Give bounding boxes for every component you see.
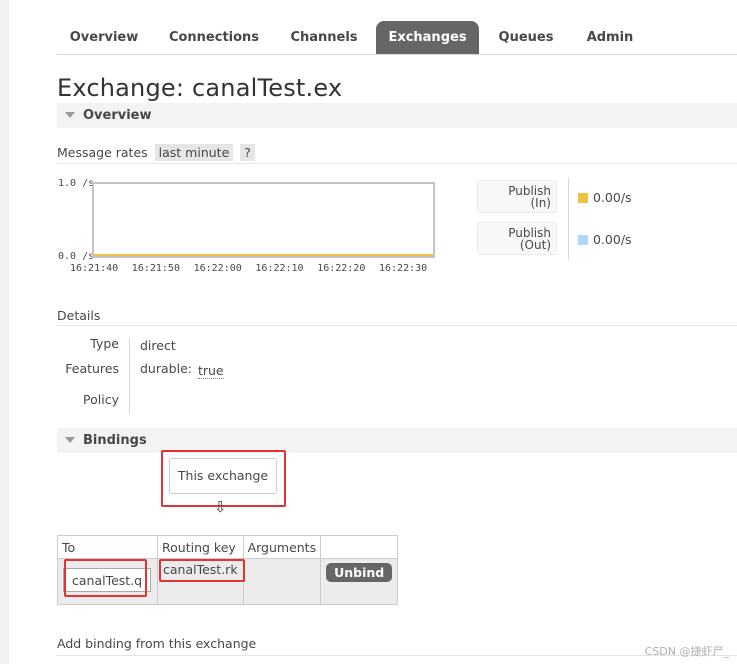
policy-label: Policy bbox=[83, 392, 119, 407]
bindings-heading: Bindings bbox=[83, 433, 147, 448]
features-value: durable: true bbox=[140, 361, 224, 379]
collapse-triangle-icon bbox=[65, 112, 75, 118]
features-key: durable: bbox=[140, 361, 192, 376]
y-tick-min: 0.0 /s bbox=[58, 251, 95, 262]
legend-value-out: 0.00/s bbox=[593, 232, 632, 247]
x-tick-label: 16:22:30 bbox=[379, 263, 428, 274]
highlight-routing-key bbox=[159, 559, 245, 582]
legend-swatch-out bbox=[578, 235, 588, 245]
period-selector[interactable]: last minute bbox=[154, 144, 234, 161]
divider bbox=[57, 325, 737, 326]
legend-divider bbox=[568, 178, 569, 260]
type-value: direct bbox=[140, 338, 176, 353]
unbind-button[interactable]: Unbind bbox=[326, 563, 393, 582]
x-tick-label: 16:22:20 bbox=[317, 263, 366, 274]
tab-admin[interactable]: Admin bbox=[577, 21, 643, 54]
x-tick-label: 16:22:10 bbox=[255, 263, 304, 274]
left-gutter bbox=[0, 0, 9, 664]
page-title: Exchange: canalTest.ex bbox=[57, 74, 343, 102]
collapse-triangle-icon bbox=[65, 437, 75, 443]
features-label: Features bbox=[65, 361, 119, 376]
durable-value: true bbox=[197, 363, 224, 379]
legend-publish-out-line2: (Out) bbox=[519, 238, 551, 252]
column-header-actions bbox=[320, 535, 399, 559]
divider bbox=[57, 655, 737, 656]
table-header-row: To Routing key Arguments bbox=[57, 535, 399, 559]
details-divider bbox=[129, 338, 130, 414]
overview-heading: Overview bbox=[83, 108, 152, 123]
column-header-arguments: Arguments bbox=[242, 535, 322, 559]
highlight-queue-cell bbox=[64, 559, 147, 597]
help-button[interactable]: ? bbox=[240, 144, 255, 161]
tab-exchanges[interactable]: Exchanges bbox=[376, 21, 479, 54]
bindings-section-toggle[interactable]: Bindings bbox=[57, 428, 737, 453]
legend-publish-in: Publish (In) bbox=[477, 180, 557, 213]
details-heading: Details bbox=[57, 308, 101, 323]
arguments-cell bbox=[242, 558, 322, 605]
message-rates-line: Message rates last minute ? bbox=[57, 144, 255, 161]
tab-overview[interactable]: Overview bbox=[57, 21, 151, 54]
overview-section-toggle[interactable]: Overview bbox=[57, 103, 737, 128]
column-header-routing-key: Routing key bbox=[157, 535, 244, 559]
watermark: CSDN @捷虾尸_ bbox=[644, 645, 729, 658]
column-header-to: To bbox=[57, 535, 158, 559]
add-binding-section[interactable]: Add binding from this exchange bbox=[57, 636, 256, 651]
legend-value-in: 0.00/s bbox=[593, 190, 632, 205]
tab-channels[interactable]: Channels bbox=[281, 21, 367, 54]
type-label: Type bbox=[90, 336, 119, 351]
message-rates-chart bbox=[92, 182, 435, 258]
divider bbox=[57, 163, 737, 164]
tab-connections[interactable]: Connections bbox=[157, 21, 271, 54]
message-rates-label: Message rates bbox=[57, 145, 148, 160]
legend-swatch-in bbox=[578, 193, 588, 203]
main-nav: Overview Connections Channels Exchanges … bbox=[57, 21, 737, 55]
x-tick-label: 16:22:00 bbox=[193, 263, 242, 274]
chart-plot bbox=[94, 254, 433, 256]
x-tick-label: 16:21:50 bbox=[131, 263, 180, 274]
x-tick-label: 16:21:40 bbox=[70, 263, 119, 274]
legend-publish-in-line2: (In) bbox=[530, 196, 551, 210]
down-arrow-icon: ⇩ bbox=[214, 498, 227, 516]
legend-publish-out: Publish (Out) bbox=[477, 222, 557, 255]
action-cell: Unbind bbox=[320, 558, 399, 605]
y-tick-max: 1.0 /s bbox=[58, 178, 95, 189]
tab-queues[interactable]: Queues bbox=[489, 21, 563, 54]
